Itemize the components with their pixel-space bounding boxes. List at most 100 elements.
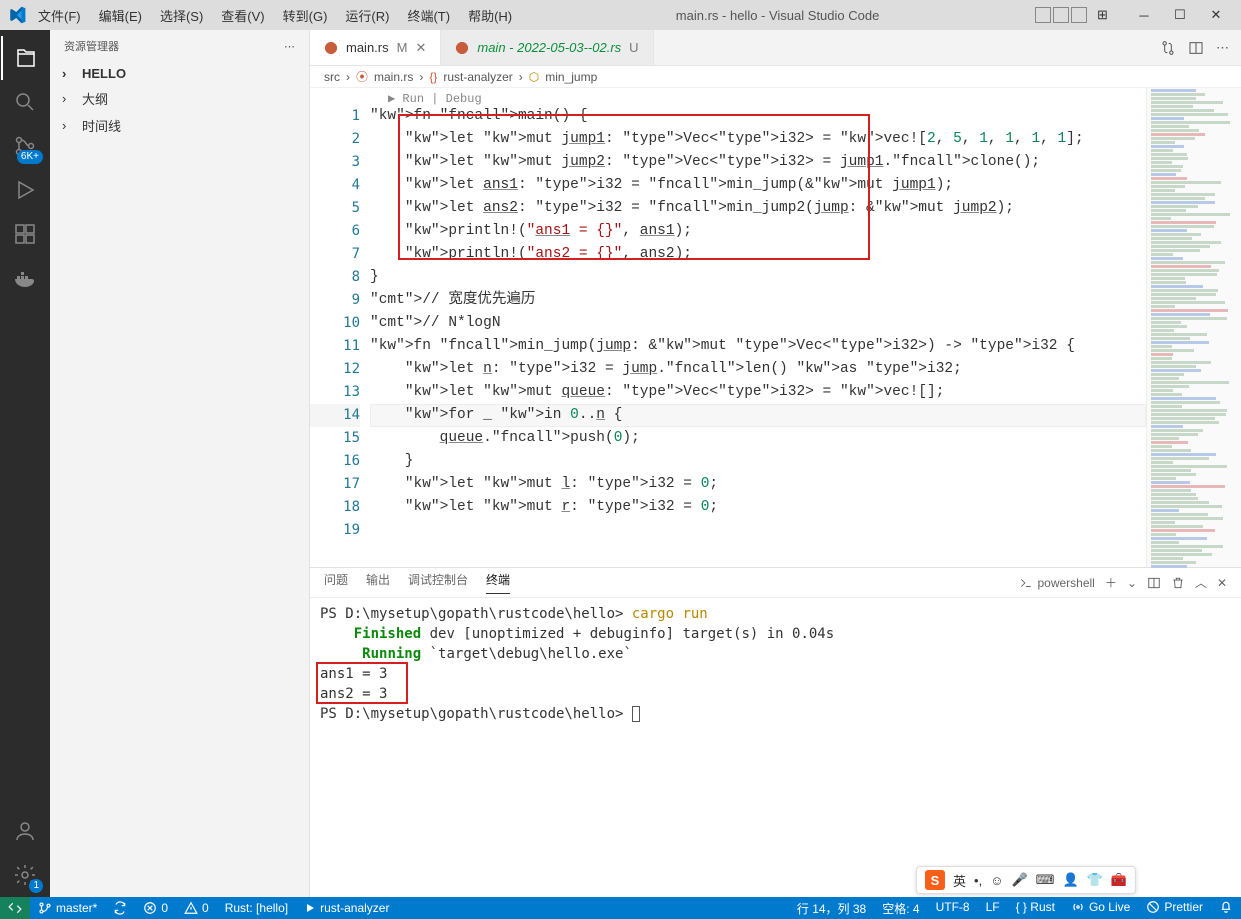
highlight-box-output: [316, 662, 408, 704]
ime-emoji-icon[interactable]: ☺: [990, 873, 1003, 888]
menu-item[interactable]: 查看(V): [213, 2, 272, 29]
kill-terminal-icon[interactable]: [1171, 576, 1185, 590]
sidebar-section[interactable]: ›大纲: [50, 85, 309, 112]
panel-close-icon[interactable]: ✕: [1217, 576, 1227, 590]
ime-voice-icon[interactable]: 🎤: [1011, 872, 1027, 888]
chevron-right-icon: ›: [419, 70, 423, 84]
statusbar-item[interactable]: UTF-8: [928, 900, 978, 914]
breadcrumb-icon: {}: [429, 70, 437, 84]
split-terminal-icon[interactable]: [1147, 576, 1161, 590]
minimize-button[interactable]: ─: [1129, 1, 1159, 29]
code-area[interactable]: ▶ Run | Debug "kw">fn "fncall">main() { …: [370, 88, 1146, 567]
chevron-right-icon: ›: [519, 70, 523, 84]
activity-bar: 6K+ 1: [0, 30, 50, 897]
breadcrumb-item[interactable]: min_jump: [545, 70, 597, 84]
explorer-sidebar: 资源管理器 ⋯ ›HELLO›大纲›时间线: [50, 30, 310, 897]
ime-skin-icon[interactable]: 👕: [1087, 872, 1103, 888]
terminal-dropdown-icon[interactable]: ⌄: [1127, 576, 1137, 590]
sidebar-section[interactable]: ›时间线: [50, 112, 309, 139]
window-controls: ⊞ ─ ☐ ✕: [1035, 1, 1237, 29]
breadcrumb[interactable]: src › ⦿ main.rs › {} rust-analyzer › ⬡ min_jump: [310, 66, 1241, 88]
maximize-button[interactable]: ☐: [1165, 1, 1195, 29]
statusbar-item[interactable]: 行 14，列 38: [789, 900, 874, 917]
statusbar-item[interactable]: LF: [978, 900, 1008, 914]
panel-tab-bar: 问题输出调试控制台终端 powershell ＋ ⌄ ︿ ✕: [310, 568, 1241, 598]
rust-file-icon: [455, 41, 469, 55]
breadcrumb-item[interactable]: rust-analyzer: [443, 70, 512, 84]
panel-chevron-up-icon[interactable]: ︿: [1195, 574, 1207, 591]
source-control-icon[interactable]: 6K+: [1, 124, 49, 168]
new-terminal-icon[interactable]: ＋: [1105, 574, 1117, 591]
close-button[interactable]: ✕: [1201, 1, 1231, 29]
ime-person-icon[interactable]: 👤: [1062, 872, 1078, 888]
statusbar-item[interactable]: [1211, 900, 1241, 914]
run-debug-icon[interactable]: [1, 168, 49, 212]
statusbar-item[interactable]: { } Rust: [1008, 900, 1063, 914]
explorer-icon[interactable]: [1, 36, 49, 80]
terminal[interactable]: PS D:\mysetup\gopath\rustcode\hello> car…: [310, 598, 1241, 897]
breadcrumb-icon: ⬡: [529, 70, 539, 84]
sogou-icon: S: [925, 870, 945, 890]
editor-tabs: main.rsM✕main - 2022-05-03--02.rsU ⋯: [310, 30, 1241, 66]
statusbar-item[interactable]: 0: [135, 901, 176, 915]
menu-item[interactable]: 运行(R): [337, 2, 397, 29]
statusbar-item[interactable]: Rust: [hello]: [217, 901, 296, 915]
chevron-right-icon: ›: [62, 91, 76, 106]
remote-indicator[interactable]: [0, 897, 30, 919]
extensions-icon[interactable]: [1, 212, 49, 256]
tab-more-icon[interactable]: ⋯: [1216, 40, 1229, 56]
layout-controls[interactable]: ⊞: [1035, 7, 1113, 23]
statusbar-item[interactable]: [105, 901, 135, 915]
terminal-cursor: [632, 706, 640, 722]
sidebar-section[interactable]: ›HELLO: [50, 62, 309, 85]
settings-gear-icon[interactable]: 1: [1, 853, 49, 897]
ime-punct-icon[interactable]: •,: [974, 873, 982, 888]
breadcrumb-icon: ⦿: [356, 68, 368, 85]
sidebar-title: 资源管理器: [64, 38, 119, 54]
editor-tab[interactable]: main.rsM✕: [310, 30, 441, 65]
panel-tab[interactable]: 调试控制台: [408, 571, 468, 594]
statusbar-item[interactable]: rust-analyzer: [296, 901, 397, 915]
scm-badge: 6K+: [17, 150, 43, 164]
vscode-logo-icon: [4, 2, 30, 28]
breadcrumb-item[interactable]: main.rs: [374, 70, 413, 84]
tab-close-icon[interactable]: ✕: [415, 40, 426, 56]
docker-icon[interactable]: [1, 256, 49, 300]
chevron-right-icon: ›: [62, 66, 76, 81]
rust-file-icon: [324, 41, 338, 55]
sidebar-more-icon[interactable]: ⋯: [284, 40, 295, 53]
editor-tab[interactable]: main - 2022-05-03--02.rsU: [441, 30, 653, 65]
menu-item[interactable]: 终端(T): [399, 2, 458, 29]
compare-changes-icon[interactable]: [1160, 40, 1176, 56]
split-editor-icon[interactable]: [1188, 40, 1204, 56]
breadcrumb-item[interactable]: src: [324, 70, 340, 84]
ime-toolbar[interactable]: S 英 •, ☺ 🎤 ⌨ 👤 👕 🧰: [916, 866, 1136, 894]
statusbar-item[interactable]: Prettier: [1138, 900, 1211, 914]
panel-tab[interactable]: 输出: [366, 571, 390, 594]
statusbar-item[interactable]: Go Live: [1063, 900, 1138, 914]
terminal-profile-dropdown[interactable]: powershell: [1019, 576, 1094, 590]
menu-bar: 文件(F)编辑(E)选择(S)查看(V)转到(G)运行(R)终端(T)帮助(H): [30, 2, 520, 29]
ime-keyboard-icon[interactable]: ⌨: [1036, 872, 1055, 888]
settings-badge: 1: [29, 879, 43, 893]
titlebar: 文件(F)编辑(E)选择(S)查看(V)转到(G)运行(R)终端(T)帮助(H)…: [0, 0, 1241, 30]
panel-tab[interactable]: 终端: [486, 571, 510, 594]
ime-toolbox-icon[interactable]: 🧰: [1111, 872, 1127, 888]
editor[interactable]: 12345678910111213141516171819 ▶ Run | De…: [310, 88, 1241, 567]
chevron-right-icon: ›: [346, 70, 350, 84]
account-icon[interactable]: [1, 809, 49, 853]
statusbar-item[interactable]: 空格: 4: [874, 900, 927, 917]
status-bar: master*00Rust: [hello]rust-analyzer 行 14…: [0, 897, 1241, 919]
menu-item[interactable]: 转到(G): [275, 2, 336, 29]
menu-item[interactable]: 编辑(E): [91, 2, 150, 29]
menu-item[interactable]: 帮助(H): [460, 2, 520, 29]
minimap[interactable]: [1146, 88, 1241, 567]
ime-mode[interactable]: 英: [953, 871, 966, 890]
panel-tab[interactable]: 问题: [324, 571, 348, 594]
chevron-right-icon: ›: [62, 118, 76, 133]
menu-item[interactable]: 文件(F): [30, 2, 89, 29]
statusbar-item[interactable]: 0: [176, 901, 217, 915]
menu-item[interactable]: 选择(S): [152, 2, 211, 29]
search-icon[interactable]: [1, 80, 49, 124]
statusbar-item[interactable]: master*: [30, 901, 105, 915]
